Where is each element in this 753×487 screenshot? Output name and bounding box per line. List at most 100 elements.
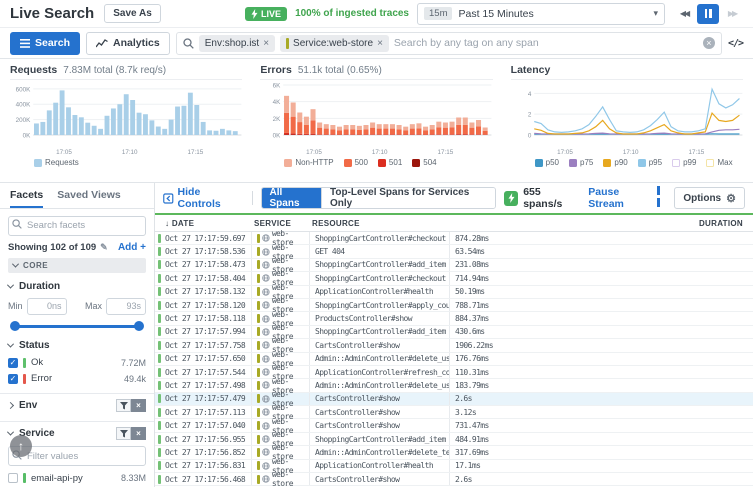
facet-item-ok[interactable]: ✓ Ok 7.72M [8,355,146,371]
svg-text:400K: 400K [16,102,31,109]
rewind-button[interactable]: ◀◀ [673,4,695,24]
filter-pill-env[interactable]: Env:shop.ist × [199,35,275,52]
search-tab[interactable]: Search [10,32,80,55]
table-row[interactable]: Oct 27 17:17:56.468web-storeCartsControl… [155,473,753,486]
close-icon[interactable]: × [377,38,383,49]
checkbox-checked[interactable]: ✓ [8,358,18,368]
span-status-bar [158,327,161,336]
table-row[interactable]: Oct 27 17:17:56.955web-storeShoppingCart… [155,433,753,446]
legend-item-max[interactable]: Max [706,158,732,167]
column-service[interactable]: SERVICE [248,219,306,228]
facet-status-header[interactable]: Status [8,337,146,355]
table-row[interactable]: Oct 27 17:17:58.473web-storeShoppingCart… [155,259,753,272]
globe-icon [262,234,270,242]
requests-chart[interactable]: 0K200K400K600K17:0517:1017:15 [10,81,242,157]
legend-item-p95[interactable]: p95 [638,158,662,167]
duration-max-input[interactable] [106,298,146,315]
clear-search-icon[interactable]: × [703,37,715,49]
table-row[interactable]: Oct 27 17:17:56.852web-storeAdmin::Admin… [155,446,753,459]
filter-include-icon[interactable] [116,427,131,440]
legend-item-requests[interactable]: Requests [34,158,79,167]
table-row[interactable]: Oct 27 17:17:57.994web-storeShoppingCart… [155,326,753,339]
code-view-icon[interactable]: </> [728,38,743,49]
legend-item-504[interactable]: 504 [412,158,436,167]
filter-include-icon[interactable] [116,399,131,412]
table-row[interactable]: Oct 27 17:17:57.479web-storeCartsControl… [155,393,753,406]
chevron-down-icon [7,282,14,289]
span-resource: ShoppingCartController#apply_coupon [309,299,449,311]
errors-chart[interactable]: 0K2K4K6K17:0517:1017:15 [260,81,492,157]
table-row[interactable]: Oct 27 17:17:56.831web-storeApplicationC… [155,460,753,473]
table-row[interactable]: Oct 27 17:17:59.697web-storeShoppingCart… [155,232,753,245]
checkbox-unchecked[interactable] [8,473,18,483]
close-icon[interactable]: × [263,38,269,49]
span-status-bar [158,287,161,296]
legend-item-p75[interactable]: p75 [569,158,593,167]
table-row[interactable]: Oct 27 17:17:57.113web-storeCartsControl… [155,406,753,419]
time-shortcut-chip: 15m [424,7,452,20]
table-row[interactable]: Oct 27 17:17:57.544web-storeApplicationC… [155,366,753,379]
pencil-icon[interactable]: ✎ [100,242,108,253]
table-row[interactable]: Oct 27 17:17:57.498web-storeAdmin::Admin… [155,379,753,392]
facet-duration-header[interactable]: Duration [8,278,146,296]
forward-button[interactable]: ▶▶ [721,4,743,24]
options-button[interactable]: Options ⚙ [674,187,745,209]
span-status-bar [158,421,161,430]
column-resource[interactable]: RESOURCE [306,219,446,228]
analytics-tab[interactable]: Analytics [86,32,170,55]
core-section-header[interactable]: CORE [8,258,146,273]
chevron-down-icon [7,341,14,348]
duration-min-input[interactable] [27,298,67,315]
service-color-bar [257,314,260,323]
time-range-picker[interactable]: 15m Past 15 Minutes ▾ [417,3,665,25]
legend-item-p99[interactable]: p99 [672,158,696,167]
table-row[interactable]: Oct 27 17:17:58.132web-storeApplicationC… [155,286,753,299]
filter-exclude-icon[interactable]: × [131,427,146,440]
requests-chart-summary: 7.83M total (8.7k req/s) [63,65,166,76]
requests-chart-panel: Requests 7.83M total (8.7k req/s) 0K200K… [10,64,242,182]
search-input[interactable]: Env:shop.ist × Service:web-store × Searc… [176,32,722,55]
globe-icon [262,395,270,403]
legend-item-p90[interactable]: p90 [603,158,627,167]
search-facets-input[interactable] [8,216,146,236]
slider-knob-min[interactable] [10,321,20,331]
tab-saved-views[interactable]: Saved Views [57,189,120,208]
column-duration[interactable]: DURATION [446,219,753,228]
svg-text:17:10: 17:10 [372,149,388,156]
filter-exclude-icon[interactable]: × [131,399,146,412]
top-level-spans-toggle[interactable]: Top-Level Spans for Services Only [321,188,495,208]
table-row[interactable]: Oct 27 17:17:57.758web-storeCartsControl… [155,339,753,352]
latency-chart[interactable]: 02417:0517:1017:15 [511,81,743,157]
span-duration: 430.6ms [449,326,753,338]
table-row[interactable]: Oct 27 17:17:58.120web-storeShoppingCart… [155,299,753,312]
service-color-bar [257,301,260,310]
slider-knob-max[interactable] [134,321,144,331]
tab-facets[interactable]: Facets [10,189,43,208]
checkbox-checked[interactable]: ✓ [8,374,18,384]
facet-env-header[interactable]: Env × [8,397,146,415]
column-date[interactable]: ↓ DATE [155,219,248,228]
duration-range-slider[interactable] [10,319,144,333]
span-status-bar [158,301,161,310]
ingested-traces-label: 100% of ingested traces [295,8,409,19]
hide-controls-button[interactable]: Hide Controls [163,186,244,210]
pause-stream-button[interactable]: Pause Stream [588,186,664,210]
legend-item-500[interactable]: 500 [344,158,368,167]
table-row[interactable]: Oct 27 17:17:58.404web-storeShoppingCart… [155,272,753,285]
save-as-button[interactable]: Save As [104,4,161,23]
table-row[interactable]: Oct 27 17:17:58.536web-storeGET 40463.54… [155,245,753,258]
add-facet-button[interactable]: Add + [118,242,146,253]
all-spans-toggle[interactable]: All Spans [262,188,322,208]
legend-item-501[interactable]: 501 [378,158,402,167]
facet-item-email-api-py[interactable]: email-api-py 8.33M [8,470,146,486]
legend-item-non-http[interactable]: Non-HTTP [284,158,333,167]
facet-item-error[interactable]: ✓ Error 49.4k [8,371,146,387]
table-row[interactable]: Oct 27 17:17:57.650web-storeAdmin::Admin… [155,353,753,366]
span-duration: 714.94ms [449,272,753,284]
filter-pill-service[interactable]: Service:web-store × [280,35,389,52]
table-row[interactable]: Oct 27 17:17:57.040web-storeCartsControl… [155,419,753,432]
legend-item-p50[interactable]: p50 [535,158,559,167]
pause-button[interactable] [697,4,719,24]
globe-icon [262,315,270,323]
table-row[interactable]: Oct 27 17:17:58.118web-storeProductsCont… [155,312,753,325]
